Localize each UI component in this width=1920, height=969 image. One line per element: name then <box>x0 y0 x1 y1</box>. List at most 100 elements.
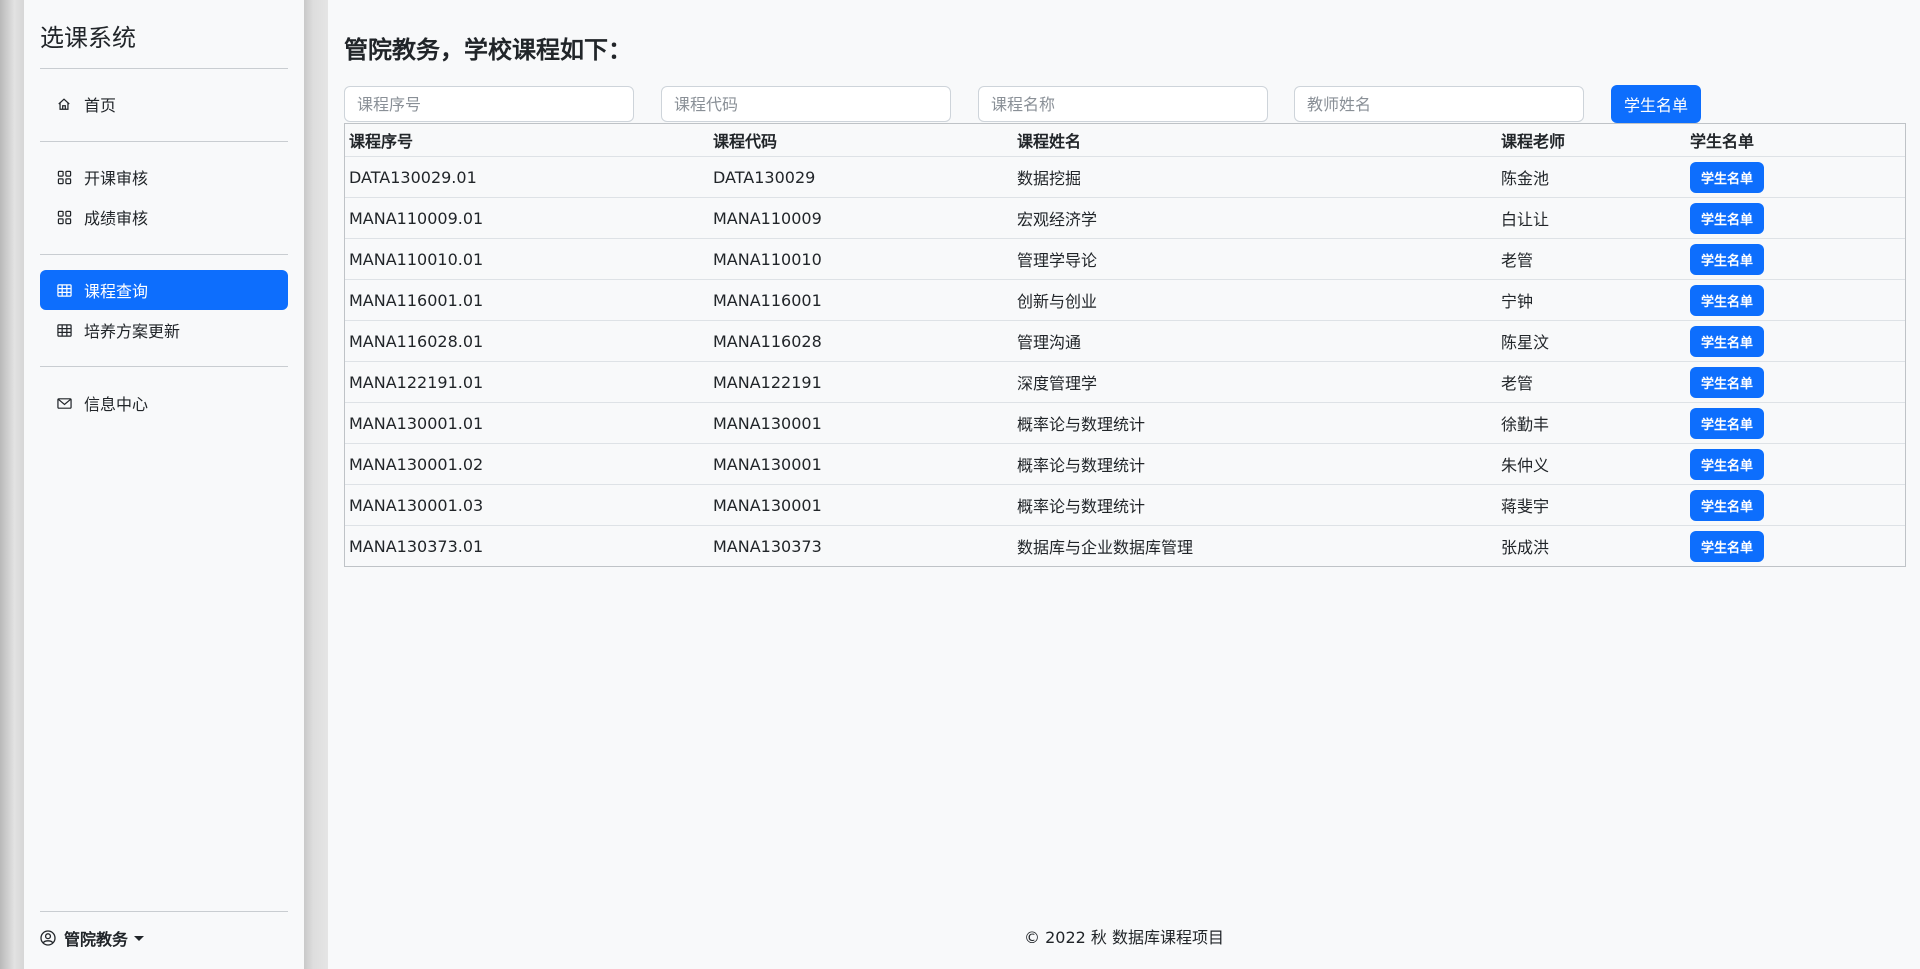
table-row: MANA110010.01 MANA110010 管理学导论 老管 学生名单 <box>345 238 1905 279</box>
house-icon <box>56 96 72 112</box>
user-menu[interactable]: 管院教务 <box>40 926 145 950</box>
sidebar-item-home[interactable]: 首页 <box>40 84 288 124</box>
cell-course-name: 概率论与数理统计 <box>1017 497 1146 516</box>
student-list-button[interactable]: 学生名单 <box>1690 243 1764 275</box>
divider <box>40 68 288 69</box>
cell-teacher: 陈星汶 <box>1501 333 1550 352</box>
sidebar-item-label: 开课审核 <box>84 169 149 188</box>
cell-course-name: 管理沟通 <box>1017 333 1082 352</box>
header-course-number: 课程序号 <box>349 132 414 151</box>
table-header-row: 课程序号 课程代码 课程姓名 课程老师 学生名单 <box>345 124 1905 156</box>
divider <box>40 911 288 912</box>
left-gutter <box>0 0 24 969</box>
table-row: MANA116001.01 MANA116001 创新与创业 宁钟 学生名单 <box>345 279 1905 320</box>
student-list-button[interactable]: 学生名单 <box>1690 489 1764 521</box>
sidebar-item-label: 培养方案更新 <box>84 322 181 341</box>
student-list-button[interactable]: 学生名单 <box>1690 448 1764 480</box>
cell-course-number: MANA130373.01 <box>349 536 484 556</box>
cell-course-number: MANA116028.01 <box>349 331 484 351</box>
cell-course-code: MANA110010 <box>713 249 822 269</box>
course-table: 课程序号 课程代码 课程姓名 课程老师 学生名单 DATA130029.01 DA… <box>344 123 1906 567</box>
sidebar-item-course-query[interactable]: 课程查询 <box>40 270 288 310</box>
cell-course-code: MANA122191 <box>713 372 822 392</box>
cell-teacher: 老管 <box>1501 251 1534 270</box>
brand-title: 选课系统 <box>40 24 136 52</box>
cell-course-code: MANA110009 <box>713 208 822 228</box>
cell-student-list: 学生名单 <box>1690 407 1764 439</box>
cell-course-number: MANA110010.01 <box>349 249 484 269</box>
sidebar-item-grade-review[interactable]: 成绩审核 <box>40 197 288 237</box>
cell-course-name: 概率论与数理统计 <box>1017 456 1146 475</box>
student-list-button[interactable]: 学生名单 <box>1690 202 1764 234</box>
right-gutter <box>304 0 328 969</box>
cell-course-code: MANA130001 <box>713 495 822 515</box>
cell-course-number: MANA130001.02 <box>349 454 484 474</box>
header-course-code: 课程代码 <box>713 132 778 151</box>
cell-course-number: DATA130029.01 <box>349 167 477 187</box>
student-list-button[interactable]: 学生名单 <box>1690 530 1764 562</box>
table-row: DATA130029.01 DATA130029 数据挖掘 陈金池 学生名单 <box>345 156 1905 197</box>
cell-course-name: 深度管理学 <box>1017 374 1098 393</box>
student-list-search-button[interactable]: 学生名单 <box>1611 85 1701 123</box>
cell-teacher: 蒋斐宇 <box>1501 497 1550 516</box>
course-number-input[interactable] <box>344 86 634 122</box>
sidebar-item-label: 课程查询 <box>84 282 149 301</box>
table-row: MANA130001.03 MANA130001 概率论与数理统计 蒋斐宇 学生名单 <box>345 484 1905 525</box>
cell-teacher: 陈金池 <box>1501 169 1550 188</box>
sidebar-item-program-update[interactable]: 培养方案更新 <box>40 310 288 350</box>
cell-student-list: 学生名单 <box>1690 366 1764 398</box>
cell-course-name: 宏观经济学 <box>1017 210 1098 229</box>
cell-course-name: 创新与创业 <box>1017 292 1098 311</box>
sidebar-item-course-review[interactable]: 开课审核 <box>40 157 288 197</box>
student-list-button[interactable]: 学生名单 <box>1690 366 1764 398</box>
student-list-button[interactable]: 学生名单 <box>1690 161 1764 193</box>
cell-course-number: MANA122191.01 <box>349 372 484 392</box>
sidebar-item-messages[interactable]: 信息中心 <box>40 383 288 423</box>
page-title: 管院教务，学校课程如下： <box>344 36 632 64</box>
table-row: MANA130373.01 MANA130373 数据库与企业数据库管理 张成洪 学生名… <box>345 525 1905 566</box>
cell-student-list: 学生名单 <box>1690 202 1764 234</box>
cell-course-number: MANA116001.01 <box>349 290 484 310</box>
cell-course-number: MANA130001.01 <box>349 413 484 433</box>
grid-icon <box>56 169 72 185</box>
cell-course-name: 概率论与数理统计 <box>1017 415 1146 434</box>
cell-course-code: MANA116028 <box>713 331 822 351</box>
student-list-button[interactable]: 学生名单 <box>1690 407 1764 439</box>
cell-course-name: 数据库与企业数据库管理 <box>1017 538 1194 557</box>
sidebar-item-label: 成绩审核 <box>84 209 149 228</box>
cell-student-list: 学生名单 <box>1690 161 1764 193</box>
divider <box>40 141 288 142</box>
table-row: MANA130001.02 MANA130001 概率论与数理统计 朱仲义 学生名单 <box>345 443 1905 484</box>
table-row: MANA116028.01 MANA116028 管理沟通 陈星汶 学生名单 <box>345 320 1905 361</box>
table-icon <box>56 322 72 338</box>
cell-course-number: MANA110009.01 <box>349 208 484 228</box>
header-student-list: 学生名单 <box>1690 132 1755 151</box>
course-code-input[interactable] <box>661 86 951 122</box>
cell-teacher: 老管 <box>1501 374 1534 393</box>
envelope-icon <box>56 395 72 411</box>
student-list-button[interactable]: 学生名单 <box>1690 284 1764 316</box>
cell-course-code: DATA130029 <box>713 167 816 187</box>
student-list-button[interactable]: 学生名单 <box>1690 325 1764 357</box>
cell-course-code: MANA130001 <box>713 413 822 433</box>
cell-teacher: 朱仲义 <box>1501 456 1550 475</box>
sidebar-item-label: 首页 <box>84 96 117 115</box>
course-name-input[interactable] <box>978 86 1268 122</box>
table-row: MANA122191.01 MANA122191 深度管理学 老管 学生名单 <box>345 361 1905 402</box>
header-teacher: 课程老师 <box>1501 132 1566 151</box>
user-name: 管院教务 <box>64 930 129 949</box>
header-course-name: 课程姓名 <box>1017 132 1082 151</box>
teacher-name-input[interactable] <box>1294 86 1584 122</box>
cell-teacher: 徐勤丰 <box>1501 415 1550 434</box>
cell-student-list: 学生名单 <box>1690 489 1764 521</box>
footer: © 2022 秋 数据库课程项目 <box>1024 928 1224 947</box>
cell-course-number: MANA130001.03 <box>349 495 484 515</box>
cell-course-name: 数据挖掘 <box>1017 169 1082 188</box>
divider <box>40 254 288 255</box>
grid-icon <box>56 209 72 225</box>
caret-down-icon <box>134 935 145 941</box>
app: 选课系统 首页 开课审核 成绩审核 课程查询 培养方案更新 信息中心 管院教务 … <box>0 0 1920 969</box>
cell-course-code: MANA130373 <box>713 536 822 556</box>
cell-student-list: 学生名单 <box>1690 325 1764 357</box>
user-circle-icon <box>40 930 56 946</box>
